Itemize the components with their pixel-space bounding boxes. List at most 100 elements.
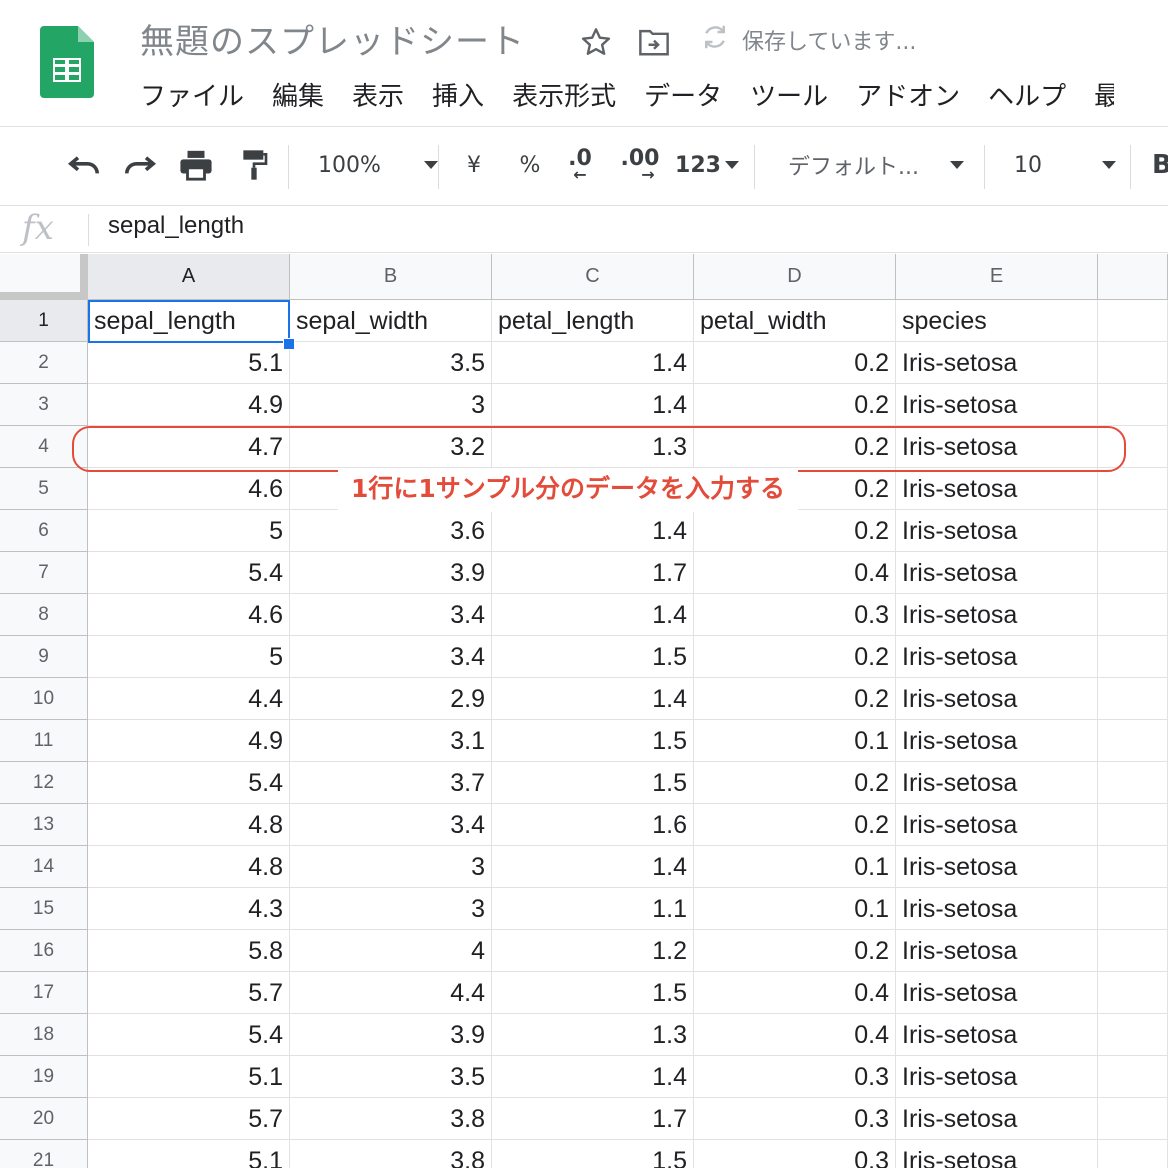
cell-c3[interactable]: 1.4 [492,384,694,426]
cell-e8[interactable]: Iris-setosa [896,594,1098,636]
cell-b13[interactable]: 3.4 [290,804,492,846]
cell-c20[interactable]: 1.7 [492,1098,694,1140]
cell-c7[interactable]: 1.7 [492,552,694,594]
cell-a11[interactable]: 4.9 [88,720,290,762]
cell-d16[interactable]: 0.2 [694,930,896,972]
column-header-b[interactable]: B [290,254,492,300]
row-header[interactable]: 20 [0,1098,88,1140]
cell-d1[interactable]: petal_width [694,300,896,342]
cell-c2[interactable]: 1.4 [492,342,694,384]
row-header[interactable]: 9 [0,636,88,678]
cell-a20[interactable]: 5.7 [88,1098,290,1140]
cell-e18[interactable]: Iris-setosa [896,1014,1098,1056]
cell-b16[interactable]: 4 [290,930,492,972]
cell-d17[interactable]: 0.4 [694,972,896,1014]
row-header[interactable]: 6 [0,510,88,552]
cell-e2[interactable]: Iris-setosa [896,342,1098,384]
row-header[interactable]: 21 [0,1140,88,1168]
cell-filler[interactable] [1098,972,1168,1014]
row-header[interactable]: 15 [0,888,88,930]
menu-format[interactable]: 表示形式 [512,78,616,116]
cell-c12[interactable]: 1.5 [492,762,694,804]
cell-e15[interactable]: Iris-setosa [896,888,1098,930]
cell-b7[interactable]: 3.9 [290,552,492,594]
redo-icon[interactable] [118,145,162,185]
cell-a3[interactable]: 4.9 [88,384,290,426]
cell-c6[interactable]: 1.4 [492,510,694,552]
row-header[interactable]: 14 [0,846,88,888]
cell-d6[interactable]: 0.2 [694,510,896,552]
cell-d7[interactable]: 0.4 [694,552,896,594]
cell-b21[interactable]: 3.8 [290,1140,492,1168]
cell-c1[interactable]: petal_length [492,300,694,342]
decrease-decimal-button[interactable]: .0 ← [562,145,598,185]
cell-e1[interactable]: species [896,300,1098,342]
bold-button[interactable]: B [1152,145,1168,185]
cell-e7[interactable]: Iris-setosa [896,552,1098,594]
cell-e11[interactable]: Iris-setosa [896,720,1098,762]
cell-d2[interactable]: 0.2 [694,342,896,384]
cell-e13[interactable]: Iris-setosa [896,804,1098,846]
cell-filler[interactable] [1098,594,1168,636]
cell-filler[interactable] [1098,1098,1168,1140]
cell-filler[interactable] [1098,342,1168,384]
cell-e10[interactable]: Iris-setosa [896,678,1098,720]
cell-a8[interactable]: 4.6 [88,594,290,636]
increase-decimal-button[interactable]: .00 → [618,145,662,185]
cell-filler[interactable] [1098,636,1168,678]
star-icon[interactable] [576,22,616,62]
row-header[interactable]: 8 [0,594,88,636]
cell-a10[interactable]: 4.4 [88,678,290,720]
cell-b12[interactable]: 3.7 [290,762,492,804]
column-header-d[interactable]: D [694,254,896,300]
menu-edit[interactable]: 編集 [272,78,324,116]
cell-a9[interactable]: 5 [88,636,290,678]
cell-a14[interactable]: 4.8 [88,846,290,888]
cell-a17[interactable]: 5.7 [88,972,290,1014]
cell-filler[interactable] [1098,510,1168,552]
cell-a5[interactable]: 4.6 [88,468,290,510]
column-header-a[interactable]: A [88,254,290,300]
cell-filler[interactable] [1098,720,1168,762]
cell-d20[interactable]: 0.3 [694,1098,896,1140]
cell-filler[interactable] [1098,846,1168,888]
cell-filler[interactable] [1098,300,1168,342]
font-size-select[interactable]: 10 [1014,145,1116,185]
cell-b1[interactable]: sepal_width [290,300,492,342]
move-to-folder-icon[interactable] [634,22,674,62]
cell-b6[interactable]: 3.6 [290,510,492,552]
cell-e19[interactable]: Iris-setosa [896,1056,1098,1098]
cell-e9[interactable]: Iris-setosa [896,636,1098,678]
menu-data[interactable]: データ [644,78,722,116]
cell-a18[interactable]: 5.4 [88,1014,290,1056]
cell-c10[interactable]: 1.4 [492,678,694,720]
cell-a15[interactable]: 4.3 [88,888,290,930]
cell-c21[interactable]: 1.5 [492,1140,694,1168]
cell-c13[interactable]: 1.6 [492,804,694,846]
row-header[interactable]: 7 [0,552,88,594]
cell-c15[interactable]: 1.1 [492,888,694,930]
currency-format-button[interactable]: ¥ [460,145,488,185]
cell-a19[interactable]: 5.1 [88,1056,290,1098]
cell-b8[interactable]: 3.4 [290,594,492,636]
row-header[interactable]: 19 [0,1056,88,1098]
cell-d11[interactable]: 0.1 [694,720,896,762]
cell-a2[interactable]: 5.1 [88,342,290,384]
cell-b11[interactable]: 3.1 [290,720,492,762]
cell-a13[interactable]: 4.8 [88,804,290,846]
cell-a6[interactable]: 5 [88,510,290,552]
row-header[interactable]: 17 [0,972,88,1014]
cell-e21[interactable]: Iris-setosa [896,1140,1098,1168]
cell-d21[interactable]: 0.3 [694,1140,896,1168]
cell-a1[interactable]: sepal_length [88,300,290,342]
row-header[interactable]: 11 [0,720,88,762]
cell-e5[interactable]: Iris-setosa [896,468,1098,510]
cell-filler[interactable] [1098,468,1168,510]
cell-d10[interactable]: 0.2 [694,678,896,720]
cell-d3[interactable]: 0.2 [694,384,896,426]
cell-b15[interactable]: 3 [290,888,492,930]
cell-b17[interactable]: 4.4 [290,972,492,1014]
menu-help[interactable]: ヘルプ [988,78,1066,116]
cell-filler[interactable] [1098,384,1168,426]
more-formats-select[interactable]: 123 [675,145,739,185]
